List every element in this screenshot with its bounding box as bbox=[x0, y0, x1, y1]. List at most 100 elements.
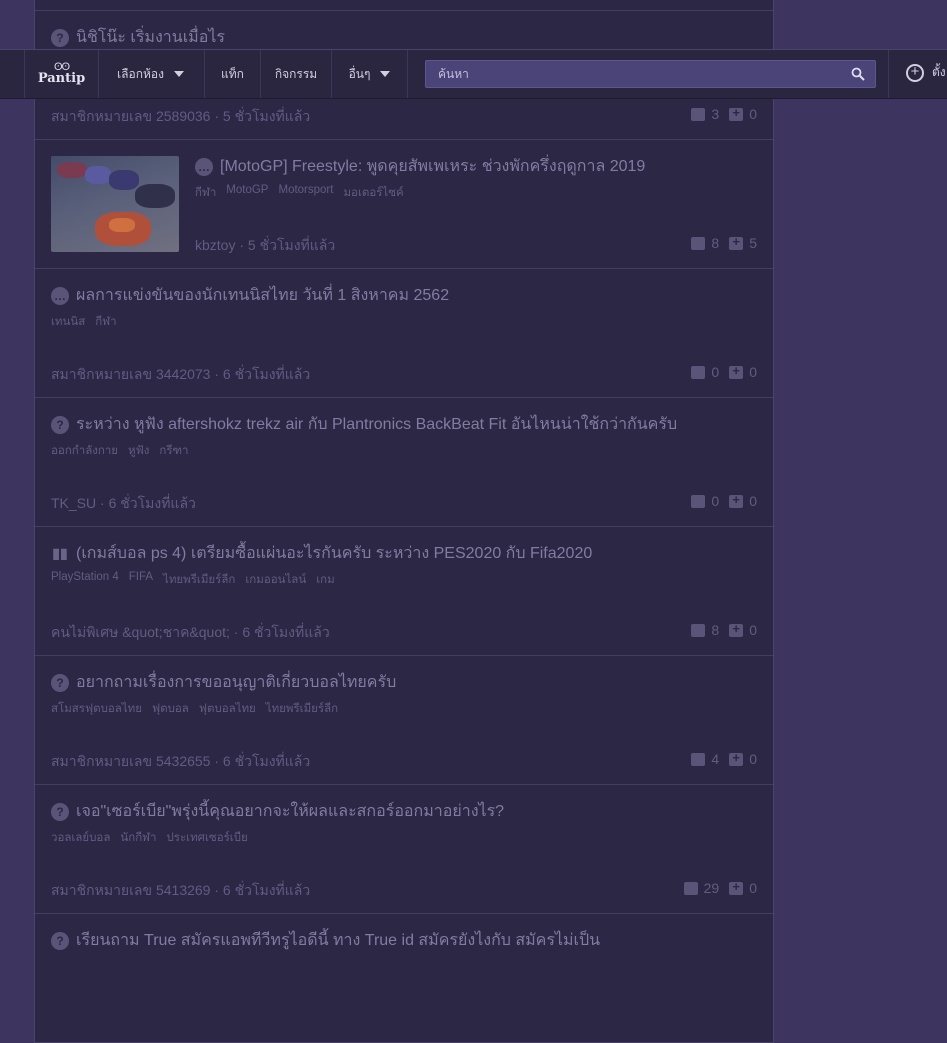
topic-author[interactable]: คนไม่พิเศษ &quot;ชาค&quot; bbox=[51, 624, 230, 640]
topic-item[interactable]: ? ระหว่าง หูฟัง aftershokz trekz air กับ… bbox=[35, 398, 773, 527]
topic-item[interactable]: … [MotoGP] Freestyle: พูดคุยสัพเพเหระ ช่… bbox=[35, 140, 773, 269]
caret-down-icon bbox=[380, 71, 391, 77]
topic-time: 5 ชั่วโมงที่แล้ว bbox=[247, 237, 336, 253]
chat-icon: … bbox=[195, 157, 213, 176]
topic-tag[interactable]: Motorsport bbox=[278, 184, 333, 202]
poll-icon: ▮▮ bbox=[52, 545, 68, 561]
comment-count: 29 bbox=[703, 880, 720, 896]
topic-title[interactable]: อยากถามเรื่องการขออนุญาติเกี่ยวบอลไทยครั… bbox=[76, 670, 396, 695]
logo-text: Pantip bbox=[37, 71, 86, 86]
add-circle-icon bbox=[906, 63, 924, 82]
vote-count: 0 bbox=[749, 622, 757, 638]
topic-tag[interactable]: วอลเลย์บอล bbox=[51, 829, 110, 847]
question-icon: ? bbox=[51, 673, 69, 692]
vote-count: 5 bbox=[749, 235, 757, 251]
topic-item[interactable]: ? เรียนถาม True สมัครแอพทีวีทรูไอดีนี้ ท… bbox=[35, 914, 773, 1043]
nav-activity-label: กิจกรรม bbox=[274, 66, 318, 81]
topic-time: 6 ชั่วโมงที่แล้ว bbox=[108, 495, 196, 511]
topic-time: 6 ชั่วโมงที่แล้ว bbox=[222, 366, 311, 382]
question-icon: ? bbox=[51, 28, 69, 47]
chat-icon: … bbox=[51, 286, 69, 305]
question-icon: ? bbox=[51, 415, 69, 434]
topic-title[interactable]: (เกมส์บอล ps 4) เตรียมซื้อแผ่นอะไรกันครั… bbox=[76, 541, 592, 566]
topic-title[interactable]: เจอ"เซอร์เบีย"พรุ่งนี้คุณอยากจะให้ผลและส… bbox=[76, 799, 504, 824]
topic-tag[interactable]: สโมสรฟุตบอลไทย bbox=[51, 700, 142, 718]
topic-tag[interactable]: กีฬา bbox=[195, 184, 216, 202]
comment-icon bbox=[691, 236, 706, 250]
search-input[interactable] bbox=[426, 61, 850, 87]
nav-tag-label: แท็ก bbox=[221, 66, 244, 81]
comment-count: 0 bbox=[711, 364, 720, 380]
topic-feed: ? นิชิโน๊ะ เริ่มงานเมื่อไร สมาชิกหมายเลข… bbox=[34, 0, 774, 1043]
vote-count: 0 bbox=[749, 880, 757, 896]
topic-title[interactable]: ผลการแข่งขันของนักเทนนิสไทย วันที่ 1 สิง… bbox=[76, 283, 449, 308]
vote-icon bbox=[729, 879, 744, 895]
topic-tag[interactable]: FIFA bbox=[129, 571, 153, 589]
comment-icon bbox=[691, 494, 706, 508]
nav-tag[interactable]: แท็ก bbox=[205, 50, 261, 98]
topic-tag[interactable]: PlayStation 4 bbox=[51, 571, 119, 589]
pantip-logo[interactable]: ʘʘ Pantip bbox=[24, 50, 99, 98]
question-icon: ? bbox=[51, 931, 69, 950]
topic-title[interactable]: ระหว่าง หูฟัง aftershokz trekz air กับ P… bbox=[76, 412, 677, 437]
topic-tag[interactable]: ออกกำลังกาย bbox=[51, 442, 118, 460]
comment-count: 0 bbox=[711, 493, 720, 509]
topic-tag[interactable]: หูฟัง bbox=[128, 442, 149, 460]
topic-tag[interactable]: กีฬา bbox=[95, 313, 116, 331]
vote-count: 0 bbox=[749, 106, 757, 122]
topic-tag[interactable]: มอเตอร์ไซค์ bbox=[343, 184, 403, 202]
nav-select-room-label: เลือกห้อง bbox=[117, 66, 164, 81]
topic-item[interactable]: ? เจอ"เซอร์เบีย"พรุ่งนี้คุณอยากจะให้ผลแล… bbox=[35, 785, 773, 914]
topic-tag[interactable]: นักกีฬา bbox=[120, 829, 156, 847]
topic-title[interactable]: เรียนถาม True สมัครแอพทีวีทรูไอดีนี้ ทาง… bbox=[76, 928, 600, 953]
vote-icon bbox=[729, 105, 744, 121]
topic-tag[interactable]: ฟุตบอลไทย bbox=[199, 700, 256, 718]
topic-author[interactable]: TK_SU bbox=[51, 495, 96, 511]
topic-title[interactable]: นิชิโน๊ะ เริ่มงานเมื่อไร bbox=[76, 25, 225, 50]
vote-icon bbox=[729, 363, 744, 379]
comment-icon bbox=[691, 752, 706, 766]
vote-icon bbox=[729, 492, 744, 508]
topic-time: 6 ชั่วโมงที่แล้ว bbox=[222, 753, 311, 769]
topic-item[interactable] bbox=[35, 0, 773, 11]
new-topic-button[interactable]: ตั้ง bbox=[906, 63, 946, 82]
nav-activity[interactable]: กิจกรรม bbox=[261, 50, 332, 98]
vote-count: 0 bbox=[749, 493, 757, 509]
topic-author[interactable]: kbztoy bbox=[195, 237, 235, 253]
topic-author[interactable]: สมาชิกหมายเลข 5413269 bbox=[51, 882, 210, 898]
comment-icon bbox=[683, 881, 698, 895]
comment-count: 8 bbox=[711, 235, 720, 251]
topic-author[interactable]: สมาชิกหมายเลข 5432655 bbox=[51, 753, 210, 769]
new-topic-label: ตั้ง bbox=[932, 65, 946, 79]
topic-tag[interactable]: กรีฑา bbox=[159, 442, 188, 460]
vote-icon bbox=[729, 750, 744, 766]
topic-item[interactable]: … ผลการแข่งขันของนักเทนนิสไทย วันที่ 1 ส… bbox=[35, 269, 773, 398]
vote-count: 0 bbox=[749, 364, 757, 380]
nav-more[interactable]: อื่นๆ bbox=[332, 50, 408, 98]
topic-author[interactable]: สมาชิกหมายเลข 2589036 bbox=[51, 108, 210, 124]
topic-item[interactable]: ? อยากถามเรื่องการขออนุญาติเกี่ยวบอลไทยค… bbox=[35, 656, 773, 785]
topic-tag[interactable]: MotoGP bbox=[226, 184, 268, 202]
topic-time: 6 ชั่วโมงที่แล้ว bbox=[242, 624, 330, 640]
search-icon[interactable] bbox=[851, 67, 865, 81]
topic-author[interactable]: สมาชิกหมายเลข 3442073 bbox=[51, 366, 210, 382]
vote-icon bbox=[729, 234, 744, 250]
topic-tag[interactable]: เทนนิส bbox=[51, 313, 85, 331]
top-navbar: ʘʘ Pantip เลือกห้อง แท็ก กิจกรรม อื่นๆ ต… bbox=[0, 49, 947, 99]
topic-tag[interactable]: ฟุตบอล bbox=[152, 700, 189, 718]
comment-icon bbox=[691, 107, 706, 121]
topic-tag[interactable]: เกมออนไลน์ bbox=[245, 571, 306, 589]
topic-time: 5 ชั่วโมงที่แล้ว bbox=[222, 108, 311, 124]
topic-thumbnail[interactable] bbox=[51, 156, 179, 252]
comment-icon bbox=[691, 365, 706, 379]
topic-tag[interactable]: เกม bbox=[316, 571, 334, 589]
vote-count: 0 bbox=[749, 751, 757, 767]
topic-time: 6 ชั่วโมงที่แล้ว bbox=[222, 882, 311, 898]
caret-down-icon bbox=[173, 71, 184, 77]
topic-title[interactable]: [MotoGP] Freestyle: พูดคุยสัพเพเหระ ช่วง… bbox=[220, 154, 645, 179]
topic-tag[interactable]: ประเทศเซอร์เบีย bbox=[167, 829, 248, 847]
topic-tag[interactable]: ไทยพรีเมียร์ลีก bbox=[266, 700, 338, 718]
topic-tag[interactable]: ไทยพรีเมียร์ลีก bbox=[163, 571, 235, 589]
nav-select-room[interactable]: เลือกห้อง bbox=[97, 50, 205, 98]
topic-item[interactable]: ▮▮ (เกมส์บอล ps 4) เตรียมซื้อแผ่นอะไรกัน… bbox=[35, 527, 773, 656]
